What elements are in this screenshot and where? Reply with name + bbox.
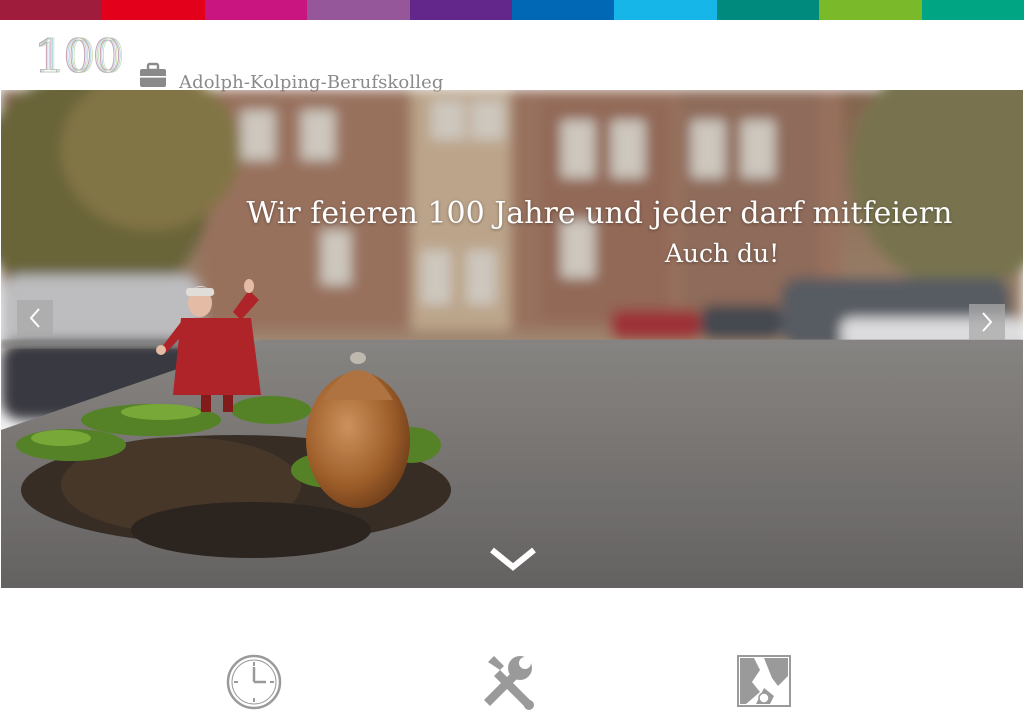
hero-image: [1, 90, 1023, 588]
color-stripe-segment: [102, 0, 205, 20]
color-stripe-segment: [716, 0, 820, 20]
hero-subtitle: Auch du!: [664, 239, 780, 268]
svg-text:100: 100: [37, 34, 125, 78]
features-row: [0, 588, 1024, 726]
slider-next-button[interactable]: [969, 304, 1005, 340]
clock-icon[interactable]: [224, 652, 284, 712]
color-stripe-segment: [204, 0, 308, 20]
chevron-right-icon: [982, 312, 993, 332]
chevron-left-icon: [29, 308, 40, 328]
color-stripe-segment: [819, 0, 922, 20]
briefcase-icon: [140, 62, 166, 87]
map-region-icon[interactable]: [734, 652, 794, 712]
anniversary-logo[interactable]: 100 100 100: [34, 34, 126, 78]
color-stripe-segment: [614, 0, 717, 20]
hero-headline: Wir feieren 100 Jahre und jeder darf mit…: [1, 196, 1023, 268]
color-stripe-segment: [921, 0, 1024, 20]
color-stripe-segment: [307, 0, 410, 20]
tools-icon[interactable]: [478, 652, 538, 712]
site-header: 100 100 100 Adolph-Kolping-Berufskolleg: [0, 20, 1024, 93]
color-stripe-segment: [0, 0, 103, 20]
color-stripe-segment: [512, 0, 615, 20]
color-stripe: [0, 0, 1024, 20]
color-stripe-segment: [409, 0, 513, 20]
chevron-down-icon[interactable]: [488, 545, 538, 573]
hero-slider[interactable]: Wir feieren 100 Jahre und jeder darf mit…: [1, 90, 1023, 588]
hero-title: Wir feieren 100 Jahre und jeder darf mit…: [246, 196, 953, 231]
slider-prev-button[interactable]: [17, 300, 53, 336]
